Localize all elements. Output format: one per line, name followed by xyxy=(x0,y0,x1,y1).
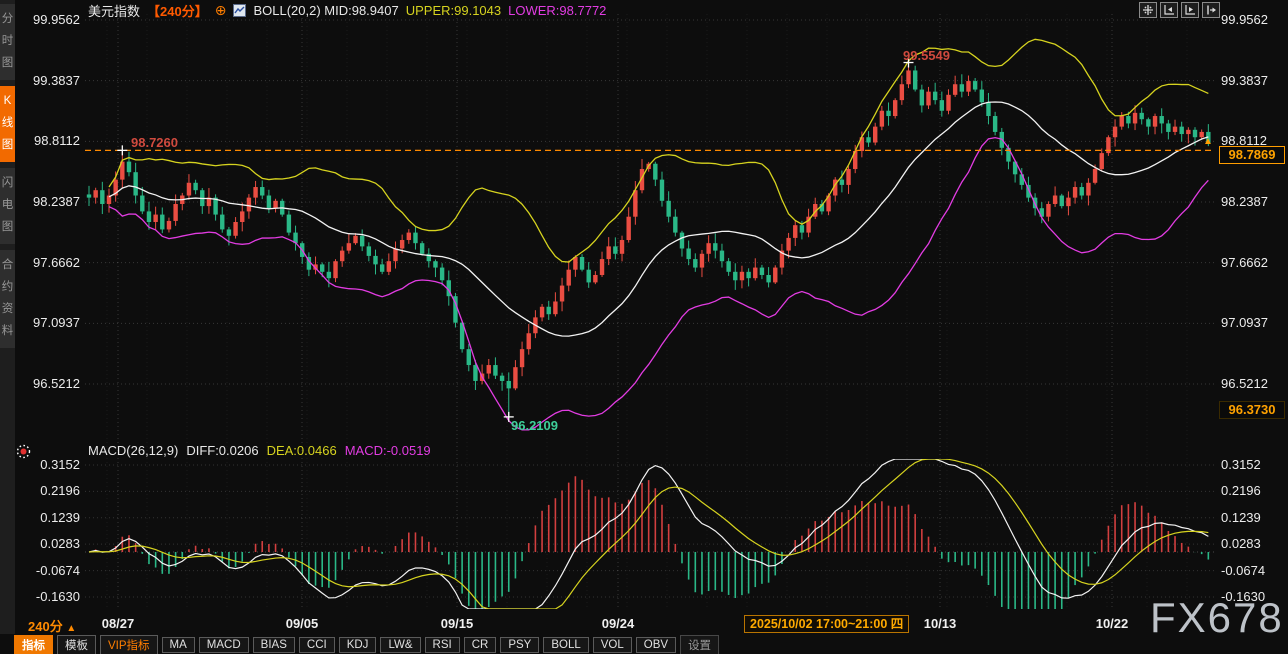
indicator-toolbar: 指标模板VIP指标MAMACDBIASCCIKDJLW&RSICRPSYBOLL… xyxy=(14,636,719,654)
macd-y-axis-label-right: 0.0283 xyxy=(1221,536,1287,551)
macd-y-axis-label-right: 0.1239 xyxy=(1221,510,1287,525)
macd-y-axis-label: -0.1630 xyxy=(16,589,80,604)
indicator-button-RSI[interactable]: RSI xyxy=(425,637,460,653)
indicator-button-MA[interactable]: MA xyxy=(162,637,195,653)
axis-arrow-left-icon xyxy=(1163,4,1175,16)
x-axis-date-label: 09/15 xyxy=(441,616,474,631)
main-y-axis-label-right: 99.9562 xyxy=(1221,12,1287,27)
main-y-axis-label: 96.5212 xyxy=(16,376,80,391)
indicator-button-OBV[interactable]: OBV xyxy=(636,637,676,653)
last-price-arrow-icon: ▲ xyxy=(1203,136,1213,147)
current-price-badge: 98.7869 xyxy=(1219,146,1285,164)
mini-chart-icon xyxy=(233,4,246,17)
indicator-button-设置[interactable]: 设置 xyxy=(680,635,719,654)
indicator-button-指标[interactable]: 指标 xyxy=(14,635,53,654)
indicator-button-VOL[interactable]: VOL xyxy=(593,637,632,653)
indicator-button-BIAS[interactable]: BIAS xyxy=(253,637,295,653)
pan-crosshair-icon xyxy=(1142,4,1154,16)
hover-date-tooltip: 2025/10/02 17:00~21:00 四 xyxy=(744,615,909,633)
period-up-arrow-icon: ▲ xyxy=(66,623,76,634)
chart-header: 美元指数 【240分】 ⊕ BOLL(20,2) MID:98.9407 UPP… xyxy=(88,2,606,18)
chart-toolbar-top-right xyxy=(1139,2,1220,18)
alert-dot-icon[interactable] xyxy=(16,444,31,459)
fx678-watermark: FX678 xyxy=(1150,594,1284,642)
circle-plus-icon[interactable]: ⊕ xyxy=(215,3,227,17)
main-y-axis-label-right: 97.6662 xyxy=(1221,255,1287,270)
macd-y-axis-label: 0.3152 xyxy=(16,457,80,472)
main-y-axis-label-right: 96.5212 xyxy=(1221,376,1287,391)
axis-arrow-right-icon xyxy=(1184,4,1196,16)
chart-type-sidebar: 分 时 图 K 线 图 闪 电 图 合 约 资 料 xyxy=(0,0,15,634)
high-price-annotation: 99.5549 xyxy=(903,48,950,63)
x-axis-date-label: 09/24 xyxy=(602,616,635,631)
macd-title: MACD(26,12,9) xyxy=(88,443,178,458)
trading-app-window: 分 时 图 K 线 图 闪 电 图 合 约 资 料 美元指数 【240分】 ⊕ … xyxy=(0,0,1288,654)
main-y-axis-label: 97.6662 xyxy=(16,255,80,270)
indicator-button-CCI[interactable]: CCI xyxy=(299,637,335,653)
macd-header: MACD(26,12,9) DIFF:0.0206 DEA:0.0466 MAC… xyxy=(88,443,431,458)
indicator-button-CR[interactable]: CR xyxy=(464,637,497,653)
x-axis-date-label: 09/05 xyxy=(286,616,319,631)
main-y-axis-label-right: 97.0937 xyxy=(1221,315,1287,330)
macd-diff-value: DIFF:0.0206 xyxy=(186,443,258,458)
macd-dea-value: DEA:0.0466 xyxy=(267,443,337,458)
indicator-button-MACD[interactable]: MACD xyxy=(199,637,249,653)
current-period-label[interactable]: 240分 ▲ xyxy=(28,616,76,635)
low-price-annotation: 96.2109 xyxy=(511,418,558,433)
indicator-button-VIP指标[interactable]: VIP指标 xyxy=(100,635,158,654)
macd-macd-value: MACD:-0.0519 xyxy=(345,443,431,458)
main-y-axis-label: 99.9562 xyxy=(16,12,80,27)
main-y-axis-label-right: 98.2387 xyxy=(1221,194,1287,209)
main-y-axis-label: 98.2387 xyxy=(16,194,80,209)
x-axis-date-label: 10/13 xyxy=(924,616,957,631)
symbol-name: 美元指数 xyxy=(88,1,140,20)
macd-y-axis-label: 0.1239 xyxy=(16,510,80,525)
boll-indicator-label: BOLL(20,2) MID:98.9407 xyxy=(253,3,398,18)
sidebar-tab-time-share[interactable]: 分 时 图 xyxy=(0,4,15,80)
macd-y-axis-label: 0.2196 xyxy=(16,483,80,498)
main-y-axis-label: 99.3837 xyxy=(16,73,80,88)
indicator-button-PSY[interactable]: PSY xyxy=(500,637,539,653)
kline-chart-canvas[interactable] xyxy=(0,0,1288,654)
main-y-axis-label: 98.8112 xyxy=(16,133,80,148)
sidebar-tab-flash-chart[interactable]: 闪 电 图 xyxy=(0,168,15,244)
macd-y-axis-label-right: 0.3152 xyxy=(1221,457,1287,472)
boll-upper-value: UPPER:99.1043 xyxy=(406,3,501,18)
zoom-out-x-button[interactable] xyxy=(1160,2,1178,18)
indicator-button-模板[interactable]: 模板 xyxy=(57,635,96,654)
sidebar-tab-contract-info[interactable]: 合 约 资 料 xyxy=(0,250,15,348)
main-y-axis-label-right: 99.3837 xyxy=(1221,73,1287,88)
ref-price-annotation: 98.7260 xyxy=(131,135,178,150)
pan-tool-button[interactable] xyxy=(1139,2,1157,18)
sidebar-tab-kline[interactable]: K 线 图 xyxy=(0,86,15,162)
period-label: 【240分】 xyxy=(147,1,208,20)
macd-y-axis-label-right: 0.2196 xyxy=(1221,483,1287,498)
main-y-axis-label: 97.0937 xyxy=(16,315,80,330)
indicator-button-LW&[interactable]: LW& xyxy=(380,637,420,653)
macd-y-axis-label-right: -0.0674 xyxy=(1221,563,1287,578)
macd-y-axis-label: 0.0283 xyxy=(16,536,80,551)
x-axis-date-label: 10/22 xyxy=(1096,616,1129,631)
macd-y-axis-label: -0.0674 xyxy=(16,563,80,578)
session-low-badge: 96.3730 xyxy=(1219,401,1285,419)
indicator-button-BOLL[interactable]: BOLL xyxy=(543,637,588,653)
bar-arrow-right-icon xyxy=(1205,4,1217,16)
x-axis-date-label: 08/27 xyxy=(102,616,135,631)
shift-right-button[interactable] xyxy=(1202,2,1220,18)
boll-lower-value: LOWER:98.7772 xyxy=(508,3,606,18)
zoom-in-x-button[interactable] xyxy=(1181,2,1199,18)
indicator-button-KDJ[interactable]: KDJ xyxy=(339,637,377,653)
